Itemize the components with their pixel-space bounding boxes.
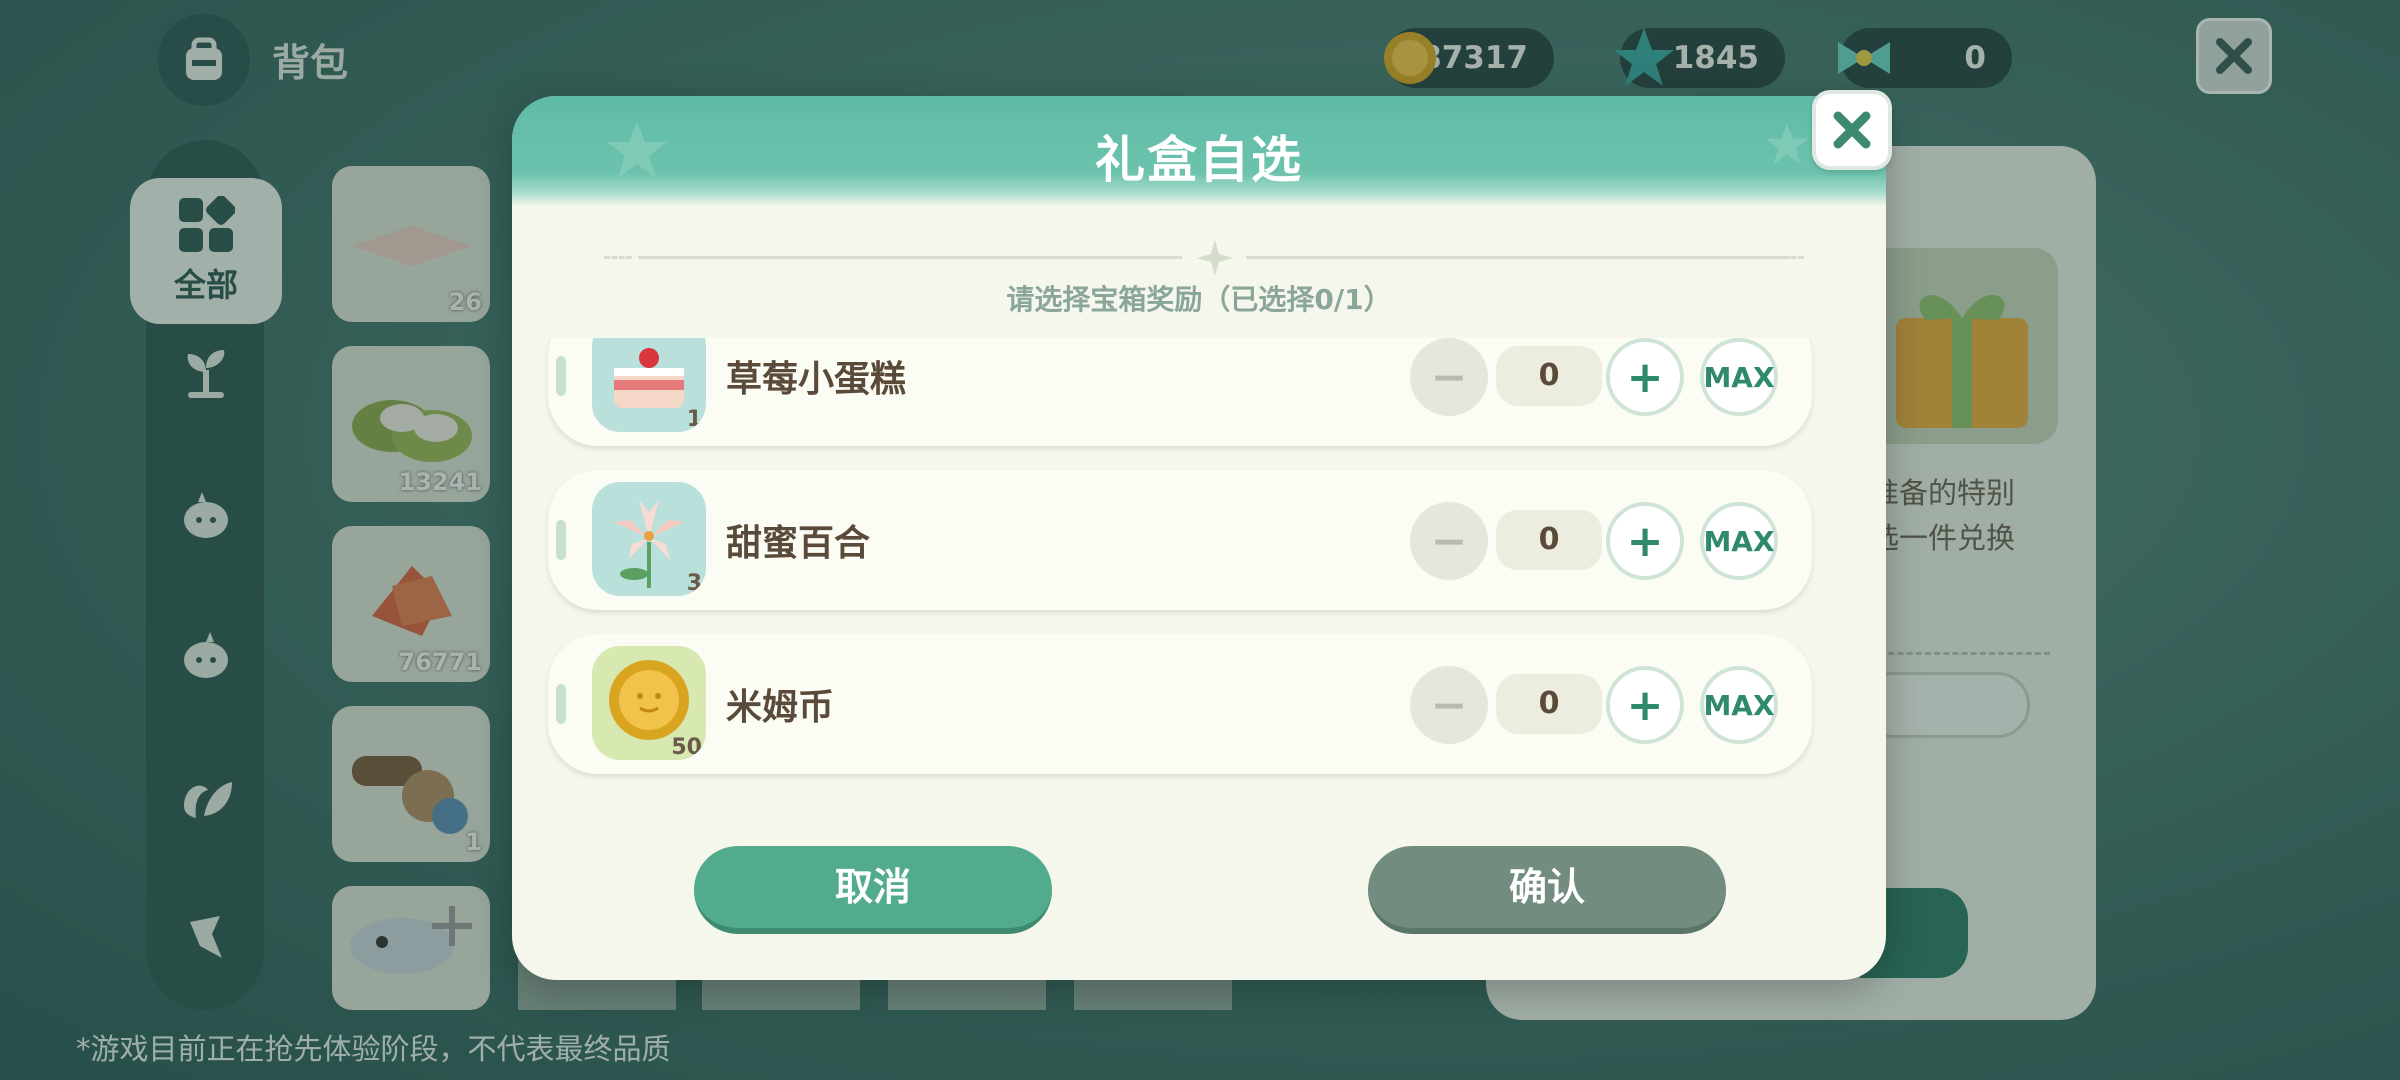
max-button[interactable]: MAX <box>1700 502 1778 580</box>
close-icon <box>1833 111 1871 149</box>
decrease-button[interactable]: − <box>1410 502 1488 580</box>
lily-icon: 3 <box>592 482 706 596</box>
increase-button[interactable]: + <box>1606 502 1684 580</box>
item-name: 甜蜜百合 <box>726 523 871 564</box>
decrease-button[interactable]: − <box>1410 666 1488 744</box>
reward-row[interactable]: 50 米姆币 − 0 + MAX <box>548 634 1812 774</box>
dialog-title: 礼盒自选 <box>1095 131 1303 189</box>
max-button[interactable]: MAX <box>1700 666 1778 744</box>
row-tab <box>556 684 566 724</box>
divider <box>604 256 632 259</box>
reward-row[interactable]: 3 甜蜜百合 − 0 + MAX <box>548 470 1812 610</box>
sparkle-icon <box>1197 240 1233 276</box>
item-count: 3 <box>686 571 702 596</box>
item-count: 50 <box>671 735 702 760</box>
selection-prompt: 请选择宝箱奖励（已选择0/1） <box>1006 283 1392 316</box>
confirm-button[interactable]: 确认 <box>1368 846 1726 934</box>
quantity-value: 0 <box>1496 510 1602 570</box>
quantity-value: 0 <box>1496 674 1602 734</box>
reward-list[interactable]: 1 草莓小蛋糕 − 0 + MAX 3 甜蜜百合 − 0 + MAX 50 米姆… <box>512 338 1886 898</box>
increase-button[interactable]: + <box>1606 338 1684 416</box>
item-count: 1 <box>686 407 702 432</box>
gift-select-dialog: 礼盒自选 请选择宝箱奖励（已选择0/1） 1 草莓小蛋糕 − 0 + MAX 3 <box>512 96 1886 980</box>
cancel-button[interactable]: 取消 <box>694 846 1052 934</box>
max-button[interactable]: MAX <box>1700 338 1778 416</box>
strawberry-cake-icon: 1 <box>592 338 706 432</box>
divider <box>638 256 1182 259</box>
mim-coin-icon: 50 <box>592 646 706 760</box>
row-tab <box>556 356 566 396</box>
dialog-close-button[interactable] <box>1812 90 1892 170</box>
increase-button[interactable]: + <box>1606 666 1684 744</box>
item-name: 草莓小蛋糕 <box>726 359 907 400</box>
decrease-button[interactable]: − <box>1410 338 1488 416</box>
quantity-value: 0 <box>1496 346 1602 406</box>
divider <box>1246 256 1790 259</box>
divider <box>1776 256 1804 259</box>
row-tab <box>556 520 566 560</box>
reward-row[interactable]: 1 草莓小蛋糕 − 0 + MAX <box>548 338 1812 446</box>
item-name: 米姆币 <box>726 687 835 728</box>
